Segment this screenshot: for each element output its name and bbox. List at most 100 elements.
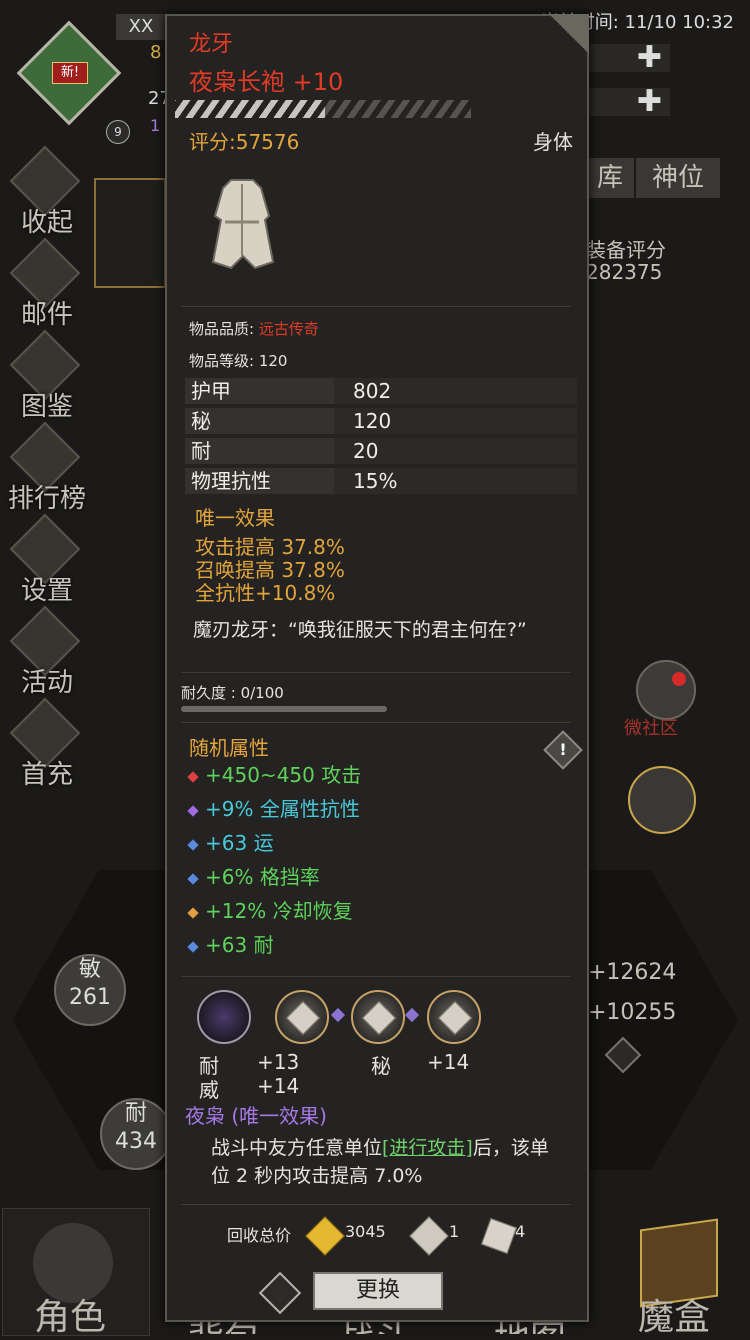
gold-crystal-icon [305, 1216, 345, 1256]
random-attr-row: +12% 冷却恢复 [187, 898, 353, 924]
item-tooltip-panel: 龙牙 夜枭长袍 +10 评分:57576 身体 物品品质: 远古传奇 物品等级:… [165, 14, 589, 1322]
sidebar-item-activity[interactable]: 活动 [8, 605, 86, 700]
gem-slot-rune-2[interactable] [351, 990, 405, 1044]
helmet-icon[interactable] [636, 660, 696, 720]
rune-icon [286, 1001, 320, 1035]
sidebar-item-label: 收起 [20, 208, 73, 238]
sidebar-item-collapse[interactable]: 收起 [8, 145, 86, 240]
agility-stat: 敏 261 [54, 954, 126, 1026]
robe-icon [211, 179, 275, 270]
random-attr-text: +12% 冷却恢复 [205, 899, 353, 923]
enhance-progress-bar [175, 100, 471, 118]
player-avatar[interactable]: 新! 9 [16, 20, 130, 144]
item-name: 龙牙 [189, 32, 234, 57]
divider [181, 672, 571, 673]
social-label[interactable]: 微社区 [624, 714, 678, 740]
attack-link[interactable]: [进行攻击] [382, 1137, 473, 1159]
random-attr-row: +63 运 [187, 830, 274, 856]
sidebar-item-mail[interactable]: 邮件 [8, 237, 86, 332]
stat-value-1: +12624 [588, 960, 677, 985]
stat-key: 秘 [191, 409, 211, 433]
player-stat-a: 8 [150, 42, 162, 63]
random-attr-row: +450~450 攻击 [187, 762, 361, 788]
base-stat-row: 秘 120 [185, 408, 577, 434]
sidebar-item-label: 图鉴 [20, 392, 73, 422]
endurance-label: 耐 [124, 1101, 147, 1126]
recycle-item2-value: 4 [515, 1222, 526, 1241]
item-level: 物品等级: 120 [189, 352, 288, 370]
add-gold-icon[interactable]: ✚ [637, 43, 662, 73]
gem-link-icon [404, 1007, 420, 1023]
agility-label: 敏 [78, 957, 101, 982]
scrap-icon [481, 1218, 517, 1254]
player-stat-c: 1 [150, 116, 161, 135]
endurance-stat: 耐 434 [100, 1098, 172, 1170]
add-gems-icon[interactable]: ✚ [637, 87, 662, 117]
rune-icon [438, 1001, 472, 1035]
attr-gem-icon [187, 770, 199, 783]
stat-key: 耐 [191, 439, 211, 463]
gem-slot-rune-1[interactable] [275, 990, 329, 1044]
tab-divine-seat[interactable]: 神位 [636, 158, 720, 198]
tab-storage[interactable]: 库 [586, 158, 634, 198]
set-desc-text: 战斗中友方任意单位 [211, 1137, 383, 1159]
recycle-item1-value: 1 [449, 1222, 460, 1241]
unique-effect-line: 全抗性+10.8% [195, 581, 336, 605]
attr-gem-icon [187, 940, 199, 953]
info-warning-icon[interactable]: ! [543, 730, 583, 770]
player-level-badge: 9 [106, 120, 130, 144]
durability-label: 耐久度 : 0/100 [181, 684, 284, 702]
crown-emblem-icon[interactable] [628, 766, 696, 834]
sidebar-item-settings[interactable]: 设置 [8, 513, 86, 608]
agility-value: 261 [69, 985, 111, 1010]
rune-icon [362, 1001, 396, 1035]
divider [181, 722, 571, 723]
replace-button[interactable]: 更换 [313, 1272, 443, 1310]
item-quote: 魔刃龙牙：“唤我征服天下的君主何在?” [193, 619, 527, 641]
sidebar-item-label: 活动 [20, 668, 73, 698]
share-icon[interactable] [258, 1271, 302, 1315]
sidebar-item-label: 邮件 [20, 300, 73, 330]
sidebar-item-label: 首充 [20, 760, 73, 790]
sidebar-item-label: 设置 [20, 576, 73, 606]
item-slot: 身体 [533, 130, 573, 154]
endurance-value: 434 [115, 1129, 157, 1154]
resource-bar-gold: ✚ [584, 43, 670, 73]
gem-slot-empty[interactable] [197, 990, 251, 1044]
gem-stat-value: +13 [257, 1050, 300, 1074]
stat-key: 护甲 [191, 379, 231, 403]
item-full-name: 夜枭长袍 +10 [189, 68, 344, 96]
attr-gem-icon [187, 906, 199, 919]
gem-stat-key: 秘 [371, 1054, 391, 1078]
equip-score-label: 装备评分 [586, 238, 666, 262]
random-attr-row: +6% 格挡率 [187, 864, 320, 890]
random-attr-row: +9% 全属性抗性 [187, 796, 360, 822]
sidebar-item-first-recharge[interactable]: 首充 [8, 697, 86, 792]
gem-slot-rune-3[interactable] [427, 990, 481, 1044]
attr-gem-icon [187, 804, 199, 817]
quality-line: 物品品质: 远古传奇 [189, 318, 319, 339]
base-stat-row: 物理抗性 15% [185, 468, 577, 494]
stat-value: 20 [353, 439, 379, 463]
player-name: XX [116, 14, 166, 40]
gem-stat-key: 威 [199, 1078, 219, 1102]
random-attr-text: +6% 格挡率 [205, 865, 320, 889]
sidebar-item-label: 排行榜 [8, 484, 87, 514]
gem-stat-value: +14 [257, 1074, 300, 1098]
item-score: 评分:57576 [189, 130, 300, 154]
panel-corner-decor [549, 14, 589, 54]
random-attr-text: +63 耐 [205, 933, 274, 957]
gem-link-icon [330, 1007, 346, 1023]
nav-magic-box-label[interactable]: 魔盒 [638, 1288, 710, 1340]
base-stat-row: 护甲 802 [185, 378, 577, 404]
sidebar-item-ranking[interactable]: 排行榜 [8, 421, 87, 516]
nav-character-label[interactable]: 角色 [34, 1288, 106, 1340]
material-icon [409, 1216, 449, 1256]
random-attrs-title: 随机属性 [189, 736, 269, 760]
sidebar-item-codex[interactable]: 图鉴 [8, 329, 86, 424]
unique-effect-title: 唯一效果 [195, 506, 275, 530]
random-attr-text: +9% 全属性抗性 [205, 797, 360, 821]
stat-key: 物理抗性 [191, 469, 271, 493]
stat-value-2: +10255 [588, 1000, 677, 1025]
base-stat-row: 耐 20 [185, 438, 577, 464]
